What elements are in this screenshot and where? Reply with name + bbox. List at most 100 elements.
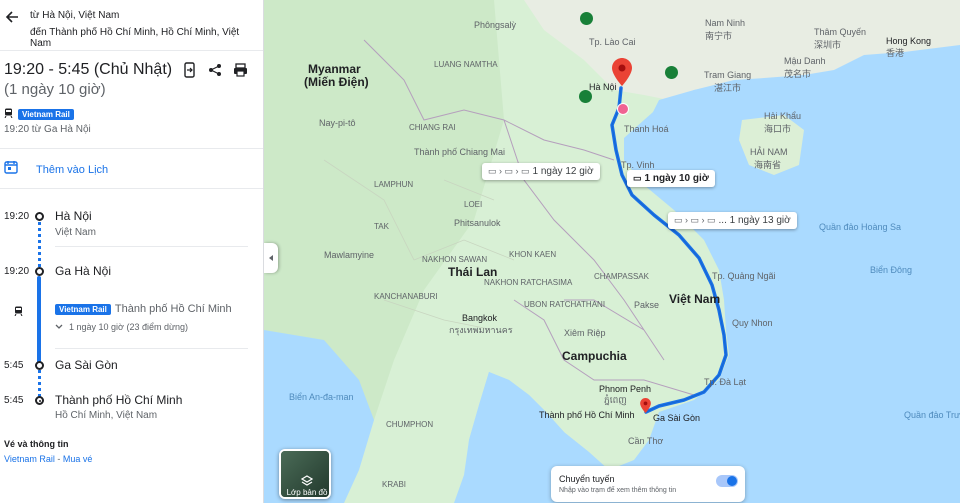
- city-label: 深圳市: [814, 40, 842, 50]
- city-label: Hong Kong: [886, 36, 932, 46]
- city-label: Bangkok: [462, 313, 498, 323]
- calendar-icon: [4, 160, 18, 179]
- stop-title[interactable]: Ga Hà Nội: [55, 264, 111, 278]
- destination-pin-icon[interactable]: [640, 398, 651, 418]
- sea-label: Biển Đông: [870, 265, 913, 275]
- divider: [0, 188, 263, 189]
- rail-badge[interactable]: Vietnam Rail: [18, 109, 74, 120]
- islands-label: Quần đảo Trường Sa: [904, 410, 960, 420]
- duration: (1 ngày 10 giờ): [4, 81, 106, 98]
- country-label: Campuchia: [562, 349, 627, 363]
- province-label: NAKHON SAWAN: [422, 255, 488, 264]
- walk-train-icons: ▭ › ▭ › ▭: [674, 215, 716, 225]
- province-label: CHUMPHON: [386, 420, 434, 429]
- share-icon[interactable]: [206, 61, 224, 79]
- stop-time: 19:20: [4, 211, 30, 222]
- route-option-alt1[interactable]: ▭ › ▭ › ▭ 1 ngày 12 giờ: [482, 163, 600, 180]
- country-label: Việt Nam: [669, 292, 721, 306]
- sea-label: Biển An-đa-man: [289, 392, 354, 402]
- stop-time: 19:20: [4, 266, 30, 277]
- city-label: Thâm Quyến: [814, 27, 867, 37]
- stop-marker: [35, 361, 44, 370]
- station-label[interactable]: Ga Sài Gòn: [653, 413, 700, 423]
- segment-stops-toggle[interactable]: 1 ngày 10 giờ (23 điểm dừng): [55, 322, 188, 332]
- layers-label: Lớp bản đồ: [286, 488, 328, 497]
- province-label: CHIANG RAI: [409, 123, 456, 132]
- province-label: KANCHANABURI: [374, 292, 438, 301]
- rail-summary: Vietnam Rail: [4, 108, 74, 121]
- stop-title[interactable]: Ga Sài Gòn: [55, 358, 118, 372]
- city-label: Nay-pi-tô: [319, 118, 356, 128]
- park-icon[interactable]: [665, 66, 678, 79]
- city-label: Thanh Hoá: [624, 124, 669, 134]
- map-canvas[interactable]: ▭ › ▭ › ▭ 1 ngày 12 giờ ▭ 1 ngày 10 giờ …: [264, 0, 960, 503]
- layers-button[interactable]: Lớp bản đồ: [279, 449, 331, 499]
- to-place: Thành phố Hồ Chí Minh, Hồ Chí Minh, Việt…: [30, 27, 240, 49]
- city-label: 茂名市: [784, 69, 812, 79]
- walk-train-icons: ▭ › ▭ › ▭: [488, 166, 530, 176]
- city-label: Nam Ninh: [705, 18, 746, 28]
- city-label: 湛江市: [714, 83, 742, 93]
- segment-stops: 1 ngày 10 giờ (23 điểm dừng): [69, 322, 188, 332]
- city-label[interactable]: Hà Nội: [589, 82, 617, 92]
- country-label: Thái Lan: [448, 265, 498, 279]
- segment-destination: Thành phố Hồ Chí Minh: [114, 303, 232, 315]
- tickets-links: Vietnam Rail - Mua vé: [4, 454, 92, 464]
- from-prefix: từ: [30, 10, 40, 21]
- province-label: NAKHON RATCHASIMA: [484, 278, 573, 287]
- country-label: Myanmar: [308, 62, 361, 76]
- add-calendar-button[interactable]: Thêm vào Lịch: [4, 160, 108, 179]
- city-label: Tp. Lào Cai: [589, 37, 636, 47]
- stop-title[interactable]: Thành phố Hồ Chí Minh: [55, 393, 182, 407]
- province-label: 海南省: [754, 160, 782, 170]
- stop-time: 5:45: [4, 395, 24, 406]
- route-option-duration: ... 1 ngày 13 giờ: [718, 215, 791, 226]
- route-option-duration: 1 ngày 12 giờ: [532, 166, 594, 177]
- tickets-heading: Vé và thông tin: [4, 439, 69, 449]
- train-icon: [4, 108, 13, 121]
- segment-header: Vietnam Rail Thành phố Hồ Chí Minh: [55, 303, 232, 315]
- stop-marker: [35, 212, 44, 221]
- rail-link[interactable]: Vietnam Rail: [4, 454, 55, 464]
- stop-marker: [35, 267, 44, 276]
- walk-connector: [38, 370, 41, 397]
- city-label: Tp. Đà Lạt: [704, 377, 747, 387]
- send-to-phone-icon[interactable]: [181, 61, 199, 79]
- back-arrow-icon[interactable]: [3, 8, 21, 26]
- divider: [55, 246, 248, 247]
- stop-subtitle: Việt Nam: [55, 227, 96, 238]
- province-label: LOEI: [464, 200, 483, 209]
- heart-marker-icon[interactable]: [617, 103, 629, 115]
- transfer-toggle[interactable]: [716, 475, 738, 487]
- time-range: 19:20 - 5:45 (Chủ Nhật): [4, 61, 173, 78]
- print-icon[interactable]: [231, 61, 249, 79]
- city-label: 海口市: [764, 124, 792, 134]
- province-label: UBON RATCHATHANI: [524, 300, 606, 309]
- stop-title[interactable]: Hà Nội: [55, 209, 92, 223]
- city-label: ភ្នំពេញ: [604, 395, 627, 405]
- city-label: Phnom Penh: [599, 384, 652, 394]
- route-option-selected[interactable]: ▭ 1 ngày 10 giờ: [627, 170, 715, 187]
- segment-rail-badge[interactable]: Vietnam Rail: [55, 303, 111, 315]
- stop-subtitle: Hồ Chí Minh, Việt Nam: [55, 410, 158, 421]
- route-option-alt2[interactable]: ▭ › ▭ › ▭ ... 1 ngày 13 giờ: [668, 212, 797, 229]
- route-option-duration: 1 ngày 10 giờ: [644, 173, 709, 184]
- city-label: Xiêm Riệp: [564, 328, 606, 338]
- city-label: Cần Thơ: [628, 436, 664, 446]
- islands-label: Quần đảo Hoàng Sa: [819, 222, 902, 232]
- city-label[interactable]: Thành phố Hồ Chí Minh: [539, 410, 635, 420]
- toggle-knob: [727, 476, 737, 486]
- province-label: KRABI: [382, 480, 407, 489]
- park-icon[interactable]: [580, 12, 593, 25]
- city-label: Mậu Danh: [784, 56, 826, 66]
- collapse-panel-button[interactable]: [264, 243, 278, 273]
- city-label: Quy Nhon: [732, 318, 773, 328]
- province-label: LAMPHUN: [374, 180, 414, 189]
- walk-connector: [38, 222, 41, 267]
- stop-time: 5:45: [4, 360, 24, 371]
- to-prefix: đến: [30, 27, 47, 38]
- province-label: HẢI NAM: [750, 147, 788, 157]
- buy-ticket-link[interactable]: Mua vé: [63, 454, 93, 464]
- divider: [0, 50, 263, 51]
- province-label: LUANG NAMTHA: [434, 60, 498, 69]
